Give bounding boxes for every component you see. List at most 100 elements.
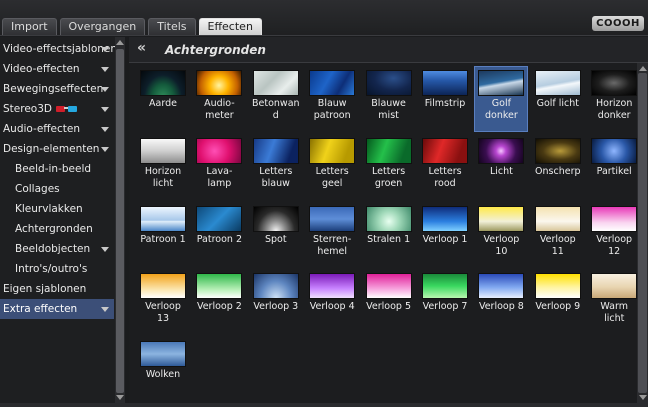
background-tile[interactable]: Spot [250, 203, 302, 267]
sidebar-item-video-effecten[interactable]: Video-effecten [0, 59, 114, 79]
background-tile[interactable]: Patroon 1 [137, 203, 189, 267]
background-tile[interactable]: Verloop 5 [363, 270, 415, 334]
sidebar-item-beeld-in-beeld[interactable]: Beeld-in-beeld [0, 159, 114, 179]
sidebar-item-audio-effecten[interactable]: Audio-effecten [0, 119, 114, 139]
bottom-bar [0, 403, 648, 407]
scroll-up-icon[interactable] [639, 66, 647, 71]
tile-label: Letters rood [428, 165, 462, 189]
chevron-down-icon[interactable] [101, 147, 109, 152]
sidebar-item-collages[interactable]: Collages [0, 179, 114, 199]
background-tile[interactable]: Verloop 2 [193, 270, 245, 334]
sidebar-item-bewegingseffecten[interactable]: Bewegingseffecten [0, 79, 114, 99]
background-tile[interactable]: Stralen 1 [363, 203, 415, 267]
sidebar-item-eigen-sjablonen[interactable]: Eigen sjablonen [0, 279, 114, 299]
background-tile[interactable]: Golf donker [474, 66, 529, 132]
sidebar-item-video-effectsjablonen[interactable]: Video-effectsjablonen [0, 39, 117, 59]
background-tile[interactable]: Verloop 11 [532, 203, 584, 267]
background-tile[interactable]: Lava- lamp [193, 135, 245, 199]
tile-label: Betonwan d [252, 98, 300, 121]
background-tile[interactable]: Aarde [137, 67, 189, 131]
background-tile[interactable]: Verloop 3 [250, 270, 302, 334]
sidebar-scrollbar[interactable] [115, 37, 125, 403]
chevron-down-icon[interactable] [101, 127, 109, 132]
scrollbar-thumb[interactable] [116, 49, 124, 393]
scroll-down-icon[interactable] [116, 395, 124, 400]
background-tile[interactable]: Verloop 4 [306, 270, 358, 334]
background-tile[interactable]: Patroon 2 [193, 203, 245, 267]
chevron-down-icon[interactable] [101, 67, 109, 72]
background-tile[interactable]: Onscherp [532, 135, 584, 199]
scroll-down-icon[interactable] [639, 395, 647, 400]
tile-label: Onscherp [535, 165, 581, 177]
sidebar-item-beeldobjecten[interactable]: Beeldobjecten [0, 239, 114, 259]
background-tile[interactable]: Wolken [137, 338, 189, 402]
background-tile[interactable]: Betonwan d [250, 67, 302, 131]
background-thumbnail [252, 273, 299, 300]
background-thumbnail [309, 273, 356, 300]
background-tile[interactable]: Blauw patroon [306, 67, 358, 131]
background-tile[interactable]: Verloop 1 [419, 203, 471, 267]
back-button[interactable]: « [137, 40, 146, 56]
tile-label: Verloop 13 [145, 301, 181, 325]
sidebar-item-label: Intro's/outro's [15, 263, 88, 275]
category-sidebar: Video-effectsjablonen Video-effecten Beweg… [0, 37, 125, 403]
background-tile[interactable]: Verloop 13 [137, 270, 189, 334]
background-tile[interactable]: Verloop 12 [588, 203, 640, 267]
background-tile[interactable]: Golf licht [532, 67, 584, 131]
background-tile[interactable]: Letters blauw [250, 135, 302, 199]
tab-effecten[interactable]: Effecten [198, 18, 262, 35]
sidebar-item-label: Eigen sjablonen [3, 283, 87, 295]
background-thumbnail [140, 70, 186, 96]
background-tile[interactable]: Verloop 9 [532, 270, 584, 334]
background-tile[interactable]: Sterren- hemel [306, 203, 358, 267]
sidebar-item-achtergronden[interactable]: Achtergronden [0, 219, 114, 239]
background-thumbnail [309, 70, 356, 96]
sidebar-item-intro-s-outro-s[interactable]: Intro's/outro's [0, 259, 114, 279]
sidebar-item-kleurvlakken[interactable]: Kleurvlakken [0, 199, 114, 219]
chevron-down-icon[interactable] [101, 107, 109, 112]
background-tile[interactable]: Partikel [588, 135, 640, 199]
background-tile[interactable]: Letters geel [306, 135, 358, 199]
scrollbar-thumb[interactable] [638, 73, 647, 393]
sidebar-item-stereo3d[interactable]: Stereo3D [0, 99, 114, 119]
cotooh-logo: COOOH [592, 16, 644, 31]
background-thumbnail [478, 70, 525, 96]
background-tile[interactable]: Verloop 8 [475, 270, 527, 334]
chevron-down-icon[interactable] [101, 87, 109, 92]
scroll-up-icon[interactable] [116, 40, 124, 45]
grid-scrollbar[interactable] [637, 63, 648, 403]
tile-label: Audio- meter [204, 98, 235, 121]
chevron-down-icon[interactable] [101, 47, 109, 52]
tile-label: Verloop 8 [478, 301, 524, 313]
sidebar-item-label: Kleurvlakken [15, 203, 83, 215]
background-tile[interactable]: Horizon donker [588, 67, 640, 131]
background-tile[interactable]: Warm licht [588, 270, 640, 334]
tile-label: Spot [264, 233, 287, 245]
background-tile[interactable]: Licht [475, 135, 527, 199]
background-thumbnail [140, 273, 186, 300]
category-list: Video-effectsjablonen Video-effecten Beweg… [0, 39, 117, 319]
background-tile[interactable]: Horizon licht [137, 135, 189, 199]
background-tile[interactable]: Audio- meter [193, 67, 245, 131]
tab-overgangen[interactable]: Overgangen [59, 18, 146, 35]
background-thumbnail [422, 273, 468, 300]
sidebar-item-extra-effecten[interactable]: Extra effecten [0, 299, 114, 319]
chevron-down-icon[interactable] [101, 247, 109, 252]
tab-import[interactable]: Import [2, 18, 57, 35]
tile-label: Letters groen [372, 165, 406, 189]
background-tile[interactable]: Blauwe mist [363, 67, 415, 131]
background-tile[interactable]: Verloop 10 [475, 203, 527, 267]
chevron-down-icon[interactable] [101, 307, 109, 312]
tile-label: Blauwe mist [371, 98, 406, 121]
tab-titels[interactable]: Titels [148, 18, 196, 35]
background-thumbnail [309, 205, 356, 232]
background-tile[interactable]: Filmstrip [419, 67, 471, 131]
background-tile[interactable]: Letters rood [419, 135, 471, 199]
background-tile[interactable]: Verloop 7 [419, 270, 471, 334]
sidebar-item-label: Collages [15, 183, 60, 195]
sidebar-item-label: Design-elementen [3, 143, 100, 155]
sidebar-item-design-elementen[interactable]: Design-elementen [0, 139, 114, 159]
sidebar-item-label: Bewegingseffecten [3, 83, 104, 95]
background-tile[interactable]: Letters groen [363, 135, 415, 199]
stereo-3d-glasses-icon [55, 105, 78, 113]
